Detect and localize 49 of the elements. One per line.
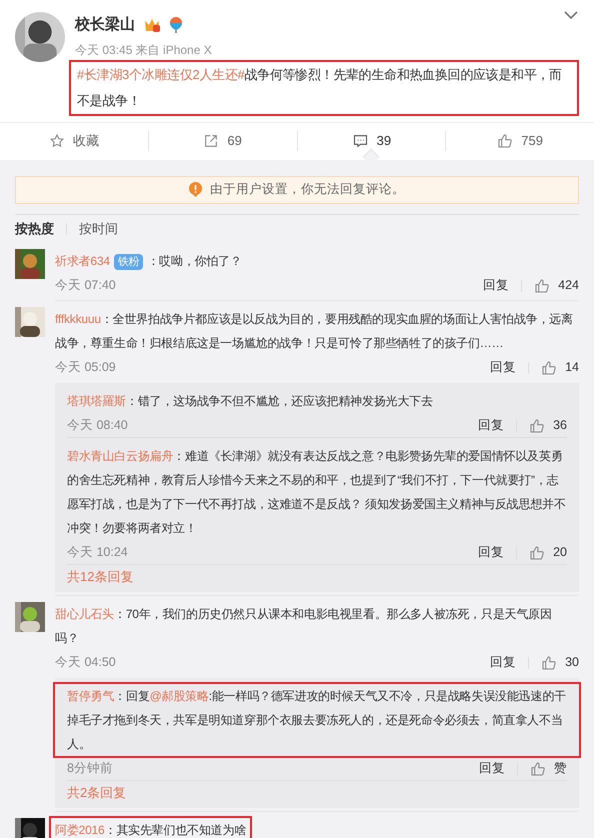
sort-tab[interactable]: 按热度 [15, 218, 54, 238]
crown-icon [143, 17, 161, 34]
thumbs-up-icon [530, 760, 546, 776]
thumbs-up-icon [534, 278, 550, 294]
notice-text: 由于用户设置，你无法回复评论。 [210, 181, 405, 198]
thumbs-up-icon [529, 418, 546, 434]
timestamp: 今天 07:40 [55, 277, 116, 294]
share-icon [203, 133, 220, 149]
post-text: #长津湖3个冰雕连仅2人生还#战争何等惨烈！先辈的生命和热血换回的应该是和平，而不是战争！ [69, 60, 579, 116]
post-meta: 今天 03:45 来自 iPhone X [75, 42, 213, 58]
action-button[interactable]: 69 [203, 131, 242, 151]
action-button[interactable]: 收藏 [48, 131, 99, 151]
comment-text: 祈求者634 铁粉 ：哎呦，你怕了？ [55, 252, 242, 272]
action-button[interactable]: 759 [497, 131, 543, 151]
thumbs-up-icon [541, 360, 558, 376]
comment-icon [352, 133, 369, 149]
timestamp: 今天 08:40 [67, 417, 128, 434]
reply-link[interactable]: 回复 [490, 653, 516, 672]
timestamp: 今天 10:24 [67, 544, 128, 562]
like-button[interactable]: 36 [529, 416, 567, 435]
thumbs-up-icon [497, 133, 514, 149]
thumbs-up-icon [529, 544, 546, 560]
comment-text: 暂停勇气：回复@郝股策略:能一样吗？德军进攻的时候天气又不冷，只是战略失误没能迅速的干掉毛子才拖到冬天，共军是明知道穿那个衣服去要冻死人的，还是死命令必须去，简直拿人不当人。 [67, 688, 567, 752]
reply-link[interactable]: 回复 [478, 543, 504, 562]
comment-text: 甜心儿石头：70年，我们的历史仍然只从课本和电影电视里看。那么多人被冻死，只是天气原因吗？ [55, 606, 553, 646]
author-name[interactable]: 校长梁山 [75, 14, 135, 36]
reply-link[interactable]: 回复 [490, 358, 516, 377]
action-button[interactable]: 39 [352, 131, 392, 151]
sort-tab[interactable]: 按时间 [79, 218, 118, 238]
like-button[interactable]: 20 [529, 543, 567, 562]
reply-link[interactable]: 回复 [478, 416, 504, 435]
comment-text: fffkkkuuu：全世界拍战争片都应该是以反战为目的，要用残酷的现实血腥的场面让人害怕战争，远离战争，尊重生命！归根结底这是一场尴尬的战争！只是可怜了那些牺牲了的孩子们…… [55, 310, 573, 352]
balloon-icon [169, 17, 183, 34]
like-button[interactable]: 14 [541, 358, 579, 377]
star-icon [48, 133, 65, 149]
timestamp: 8分钟前 [67, 760, 113, 778]
timestamp: 今天 04:50 [55, 654, 116, 672]
timestamp: 今天 05:09 [55, 359, 116, 376]
chevron-down-icon[interactable] [564, 10, 578, 20]
reply-link[interactable]: 回复 [483, 276, 510, 295]
thumbs-up-icon [541, 654, 558, 670]
like-button[interactable]: 30 [541, 653, 579, 672]
reply-link[interactable]: 回复 [479, 759, 505, 778]
warning-icon [189, 182, 202, 197]
comment-text: 阿娄2016：其实先辈们也不知道为啥 [55, 822, 246, 838]
comment-text: 碧水青山白云扬扁舟：难道《长津湖》就没有表达反战之意？电影赞扬先辈的爱国情怀以及英勇的舍生忘死精神，教育后人珍惜今天来之不易的和平，也提到了“我们不打，下一代就要打”，志愿军打战，也是为了下一代不再打战，这难道不是反战？ 须知发扬爱国主义精神与反战思想并不冲突！勿要将两者对立！ [67, 448, 567, 536]
comment-text: 塔琪塔羅斯：错了，这场战争不但不尴尬，还应该把精神发扬光大下去 [67, 392, 434, 410]
like-button[interactable]: 424 [534, 276, 579, 295]
like-button[interactable]: 赞 [530, 759, 567, 778]
